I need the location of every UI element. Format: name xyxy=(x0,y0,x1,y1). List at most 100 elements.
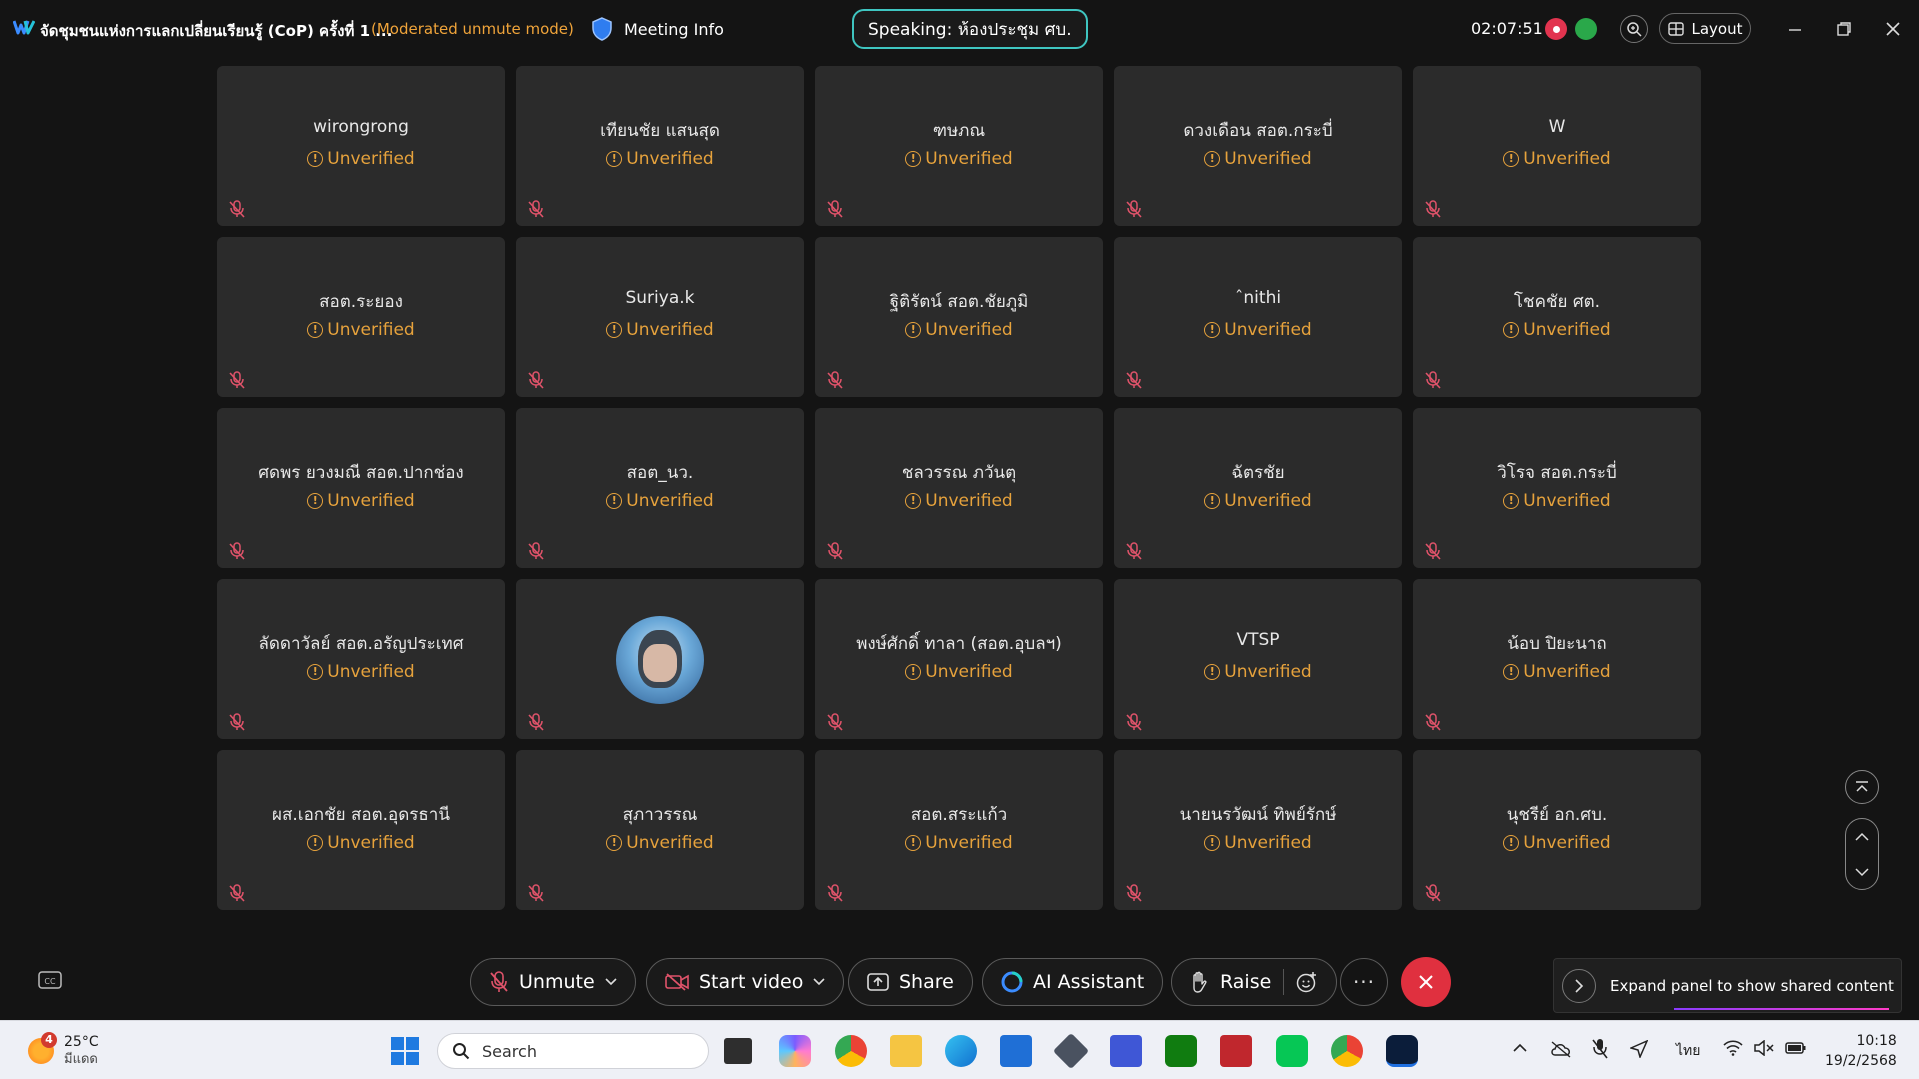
chrome-icon[interactable] xyxy=(835,1035,867,1067)
participant-tile[interactable]: พงษ์ศักดิ์ ทาลา (สอต.อุบลฯ)! Unverified xyxy=(815,579,1103,739)
speaker-muted-icon[interactable] xyxy=(1754,1040,1774,1056)
participant-tile[interactable]: เทียนชัย แสนสุด! Unverified xyxy=(516,66,804,226)
start-video-button[interactable]: Start video xyxy=(646,958,845,1006)
expand-shared-content-panel[interactable]: Expand panel to show shared content xyxy=(1553,958,1902,1013)
restore-button[interactable] xyxy=(1831,16,1857,42)
raise-label[interactable]: Raise xyxy=(1220,971,1271,993)
app-cube-icon[interactable] xyxy=(1052,1032,1090,1070)
participant-tile[interactable]: ˆnithi! Unverified xyxy=(1114,237,1402,397)
verification-status-label: Unverified xyxy=(1224,662,1312,682)
leave-meeting-button[interactable] xyxy=(1401,957,1451,1007)
participant-name: ฑษภณ xyxy=(932,121,986,141)
meeting-info-button[interactable]: Meeting Info xyxy=(592,14,724,44)
microsoft-store-icon[interactable] xyxy=(1000,1035,1032,1067)
magnifier-icon xyxy=(1627,22,1642,37)
participant-tile[interactable]: ผส.เอกชัย สอต.อุดรธานี! Unverified xyxy=(217,750,505,910)
participant-tile[interactable]: นุชรีย์ อก.ศบ.! Unverified xyxy=(1413,750,1701,910)
participant-name: ฉัตรชัย xyxy=(1231,463,1285,483)
raise-hand-icon[interactable] xyxy=(1190,971,1208,993)
weather-widget[interactable]: 4 25°C มีแดด xyxy=(28,1032,99,1069)
scroll-to-top-button[interactable] xyxy=(1845,770,1879,804)
unmute-label: Unmute xyxy=(519,971,595,993)
chevron-up-icon[interactable] xyxy=(1854,831,1870,843)
onedrive-icon[interactable] xyxy=(1550,1040,1572,1058)
participant-tile[interactable]: ดวงเดือน สอต.กระบี่! Unverified xyxy=(1114,66,1402,226)
layout-button[interactable]: Layout xyxy=(1659,13,1751,44)
taskbar-search-box[interactable]: Search xyxy=(437,1033,709,1069)
participant-tile[interactable] xyxy=(516,579,804,739)
app-chart-icon[interactable] xyxy=(1110,1035,1142,1067)
muted-mic-icon xyxy=(528,713,544,731)
participant-tile[interactable]: สอต.สระแก้ว! Unverified xyxy=(815,750,1103,910)
participant-tile[interactable]: สอต.ระยอง! Unverified xyxy=(217,237,505,397)
closed-captions-icon[interactable]: CC xyxy=(38,970,62,992)
chrome-profile-icon[interactable] xyxy=(1331,1035,1363,1067)
network-status-icon[interactable] xyxy=(1575,18,1597,40)
participant-tile[interactable]: ฉัตรชัย! Unverified xyxy=(1114,408,1402,568)
taskbar-clock[interactable]: 10:18 19/2/2568 xyxy=(1825,1031,1897,1071)
participant-tile[interactable]: ฐิติรัตน์ สอต.ชัยภูมิ! Unverified xyxy=(815,237,1103,397)
muted-mic-icon xyxy=(1126,371,1142,389)
close-button[interactable] xyxy=(1880,16,1906,42)
webex-logo-icon xyxy=(13,20,35,35)
more-options-button[interactable]: ··· xyxy=(1340,958,1388,1006)
share-button[interactable]: Share xyxy=(848,958,973,1006)
minimize-button[interactable] xyxy=(1782,16,1808,42)
participant-tile[interactable]: น้อบ ปิยะนาถ! Unverified xyxy=(1413,579,1701,739)
location-icon[interactable] xyxy=(1630,1040,1648,1058)
share-screen-icon xyxy=(867,973,889,991)
participant-tile[interactable]: วิโรจ สอต.กระบี่! Unverified xyxy=(1413,408,1701,568)
recording-indicator-icon[interactable] xyxy=(1545,18,1567,40)
chevron-down-icon[interactable] xyxy=(813,978,825,986)
unverified-warning-icon: ! xyxy=(1503,493,1520,509)
participant-tile[interactable]: ชลวรรณ ภวันตุ! Unverified xyxy=(815,408,1103,568)
unmute-button[interactable]: Unmute xyxy=(470,958,636,1006)
zoom-button[interactable] xyxy=(1620,15,1648,43)
raise-hand-group: Raise xyxy=(1171,958,1338,1006)
windows-start-icon[interactable] xyxy=(391,1037,419,1065)
copilot-icon[interactable] xyxy=(779,1035,811,1067)
chevron-up-icon[interactable] xyxy=(1513,1043,1527,1053)
file-explorer-icon[interactable] xyxy=(890,1035,922,1067)
xbox-icon[interactable] xyxy=(1165,1035,1197,1067)
verification-status: ! Unverified xyxy=(815,320,1103,340)
edge-icon[interactable] xyxy=(945,1035,977,1067)
participant-tile[interactable]: ฑษภณ! Unverified xyxy=(815,66,1103,226)
unverified-warning-icon: ! xyxy=(307,322,324,338)
close-icon xyxy=(1886,22,1900,36)
verification-status: ! Unverified xyxy=(217,662,505,682)
participant-tile[interactable]: นายนรวัฒน์ ทิพย์รักษ์! Unverified xyxy=(1114,750,1402,910)
page-scroll-control[interactable] xyxy=(1845,818,1879,890)
wifi-icon[interactable] xyxy=(1723,1040,1743,1056)
participant-tile[interactable]: โชคชัย ศต.! Unverified xyxy=(1413,237,1701,397)
webex-taskbar-icon[interactable] xyxy=(1386,1035,1418,1067)
verification-status-label: Unverified xyxy=(327,320,415,340)
filezilla-icon[interactable] xyxy=(1220,1035,1252,1067)
battery-icon[interactable] xyxy=(1785,1041,1807,1055)
participant-tile[interactable]: wirongrong! Unverified xyxy=(217,66,505,226)
verification-status-label: Unverified xyxy=(626,491,714,511)
verification-status: ! Unverified xyxy=(516,320,804,340)
input-language[interactable]: ไทย xyxy=(1676,1040,1700,1062)
participant-tile[interactable]: สอต_นว.! Unverified xyxy=(516,408,804,568)
line-app-icon[interactable] xyxy=(1276,1035,1308,1067)
mic-muted-tray-icon[interactable] xyxy=(1592,1038,1608,1060)
participant-tile[interactable]: Suriya.k! Unverified xyxy=(516,237,804,397)
participant-tile[interactable]: สุภาวรรณ! Unverified xyxy=(516,750,804,910)
reactions-icon[interactable] xyxy=(1296,971,1318,993)
chevron-down-icon[interactable] xyxy=(605,978,617,986)
verification-status-label: Unverified xyxy=(925,833,1013,853)
muted-mic-icon xyxy=(1126,884,1142,902)
participant-tile[interactable]: ลัดดาวัลย์ สอต.อรัญประเทศ! Unverified xyxy=(217,579,505,739)
participant-tile[interactable]: W! Unverified xyxy=(1413,66,1701,226)
participant-tile[interactable]: VTSP! Unverified xyxy=(1114,579,1402,739)
chevron-down-icon[interactable] xyxy=(1854,866,1870,878)
unverified-warning-icon: ! xyxy=(905,664,922,680)
verification-status-label: Unverified xyxy=(626,320,714,340)
participant-name: ชลวรรณ ภวันตุ xyxy=(901,463,1017,483)
task-view-icon[interactable] xyxy=(724,1038,752,1064)
participant-tile[interactable]: ศดพร ยวงมณี สอต.ปากช่อง! Unverified xyxy=(217,408,505,568)
ai-assistant-button[interactable]: AI Assistant xyxy=(982,958,1164,1006)
verification-status: ! Unverified xyxy=(1114,320,1402,340)
chevron-right-icon[interactable] xyxy=(1562,968,1596,1003)
